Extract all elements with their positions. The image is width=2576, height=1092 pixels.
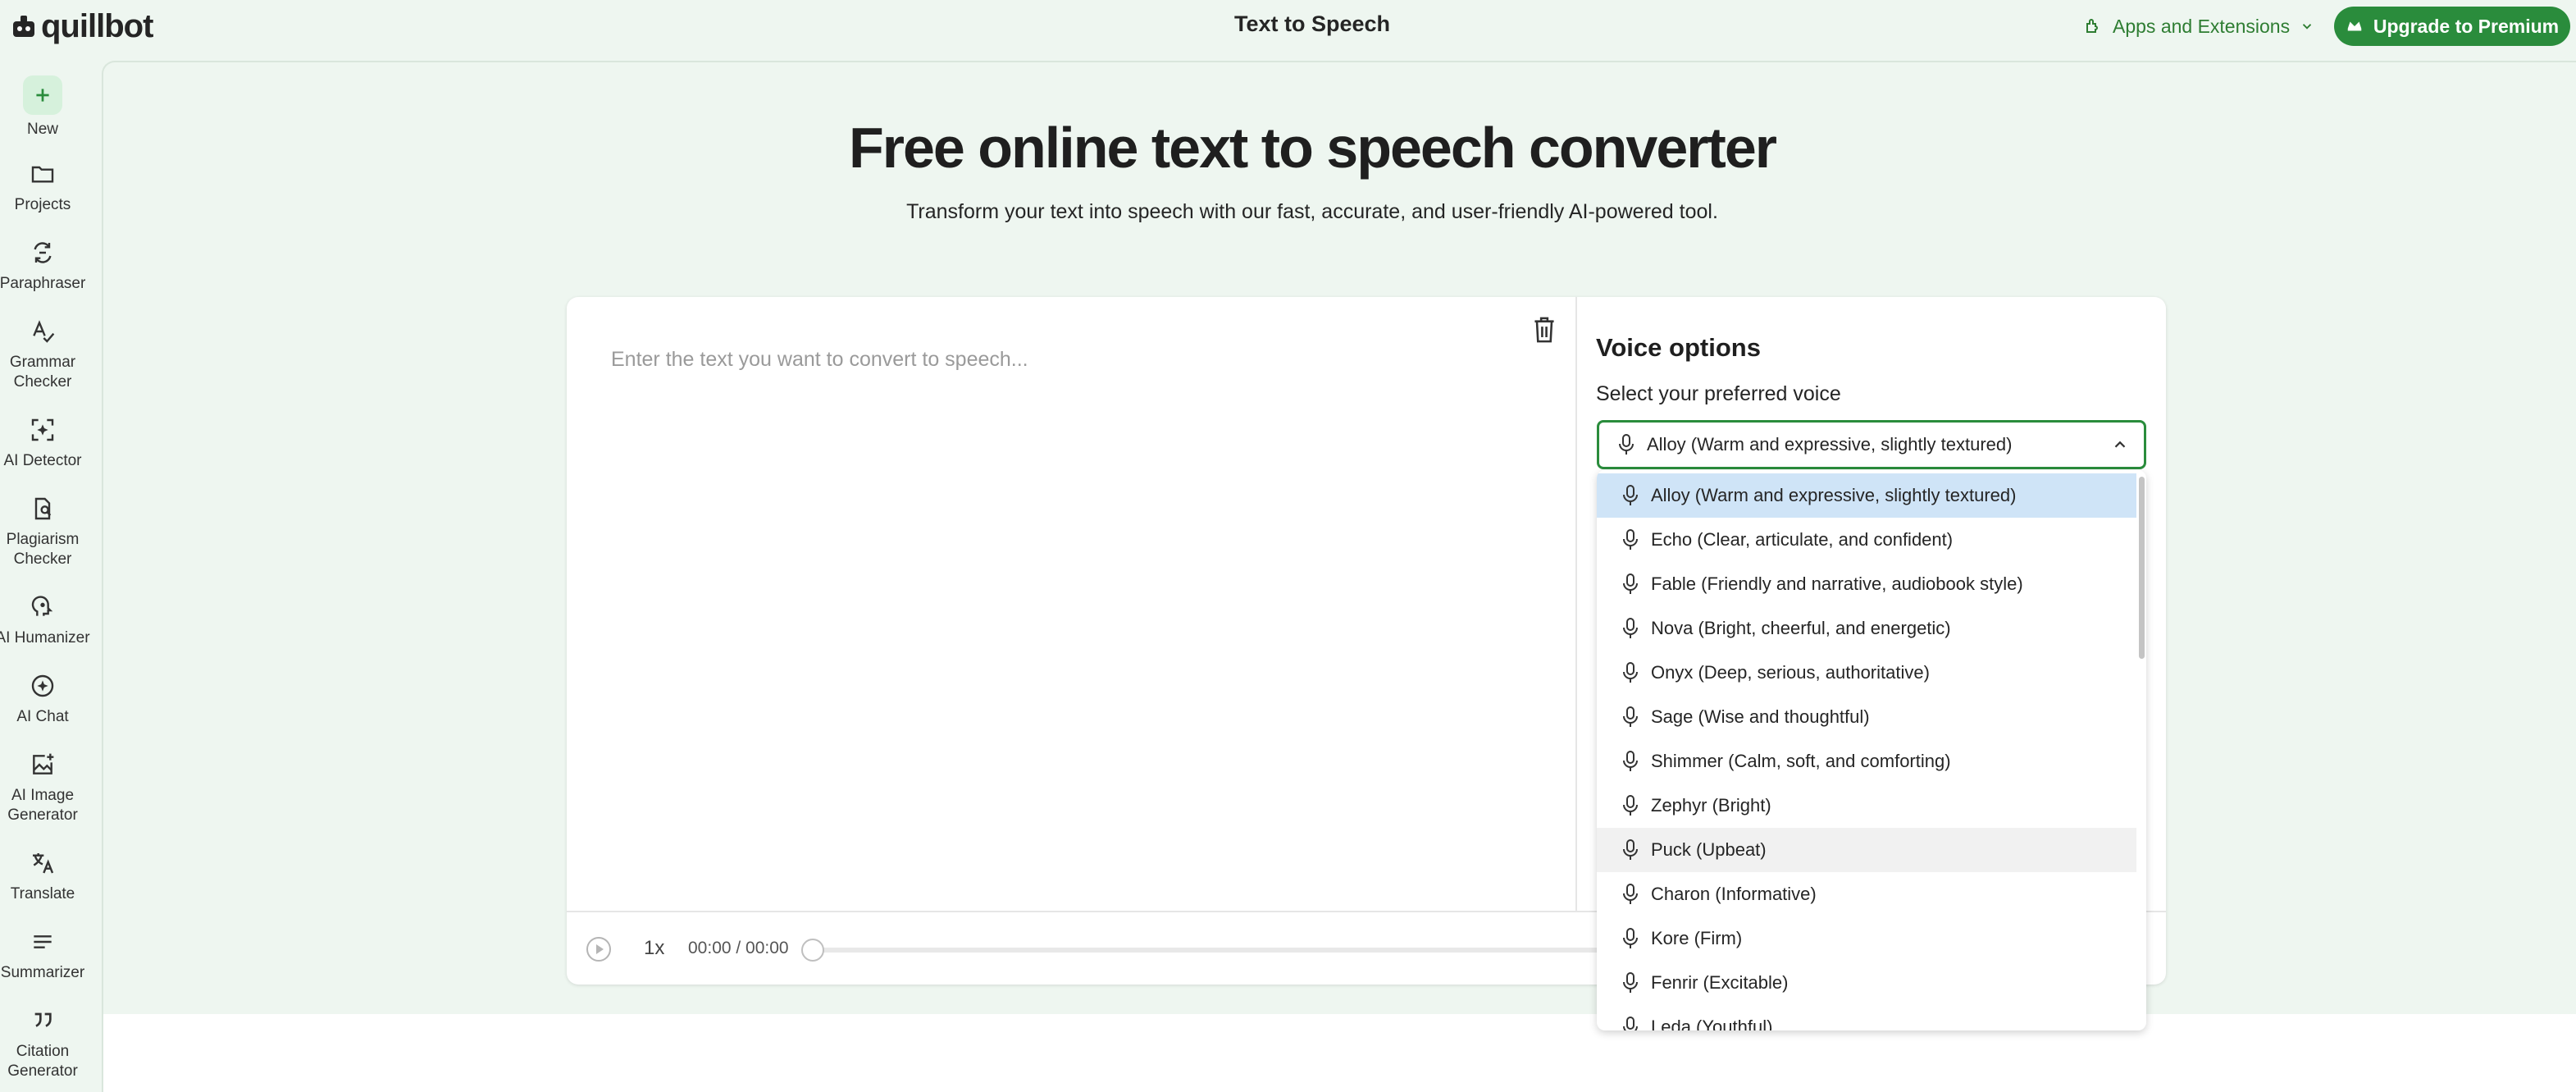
voice-option[interactable]: Puck (Upbeat) (1597, 828, 2136, 872)
voice-option-label: Puck (Upbeat) (1651, 839, 1767, 860)
microphone-icon (1623, 839, 1638, 860)
voice-option[interactable]: Echo (Clear, articulate, and confident) (1597, 518, 2136, 562)
ai-detector-icon (28, 415, 57, 445)
chat-icon (28, 671, 57, 701)
play-icon[interactable] (585, 935, 613, 963)
voice-option-label: Fenrir (Excitable) (1651, 972, 1789, 993)
voice-option-label: Alloy (Warm and expressive, slightly tex… (1651, 485, 2017, 505)
microphone-icon (1623, 706, 1638, 727)
puzzle-icon (2086, 19, 2098, 33)
microphone-icon (1623, 485, 1638, 505)
voice-option-label: Zephyr (Bright) (1651, 795, 1771, 816)
plagiarism-icon (28, 494, 57, 523)
sidebar-item-citation-generator[interactable]: Citation Generator (0, 1006, 85, 1081)
sidebar-item-label: Citation Generator (7, 1043, 78, 1080)
voice-option[interactable]: Leda (Youthful) (1597, 1005, 2136, 1030)
chevron-up-icon (2114, 441, 2126, 448)
voice-option-label: Echo (Clear, articulate, and confident) (1651, 529, 1954, 550)
voice-select-label: Select your preferred voice (1596, 382, 1841, 405)
main-lower-section (103, 1014, 2576, 1092)
sidebar-item-label: Paraphraser (0, 275, 86, 292)
apps-extensions-menu[interactable]: Apps and Extensions (2083, 11, 2314, 41)
text-input[interactable]: Enter the text you want to convert to sp… (611, 348, 1028, 372)
voice-option[interactable]: Zephyr (Bright) (1597, 784, 2136, 828)
microphone-icon (1623, 751, 1638, 771)
voice-option[interactable]: Onyx (Deep, serious, authoritative) (1597, 651, 2136, 695)
microphone-icon (1623, 529, 1638, 550)
voice-option[interactable]: Nova (Bright, cheerful, and energetic) (1597, 606, 2136, 651)
grammar-icon (28, 317, 57, 346)
dropdown-scrollbar-thumb[interactable] (2139, 477, 2145, 659)
playback-time: 00:00 / 00:00 (688, 939, 789, 957)
humanizer-icon (28, 592, 57, 622)
playback-speed-button[interactable]: 1x (644, 937, 664, 960)
microphone-icon (1623, 1017, 1638, 1030)
microphone-icon (1619, 434, 1634, 455)
sidebar-item-label: AI Detector (3, 452, 82, 469)
sidebar-item-ai-image-generator[interactable]: AI Image Generator (0, 750, 85, 825)
voice-option[interactable]: Fable (Friendly and narrative, audiobook… (1597, 562, 2136, 606)
voice-select[interactable]: Alloy (Warm and expressive, slightly tex… (1597, 420, 2146, 469)
paraphraser-icon (28, 238, 57, 267)
sidebar-item-ai-humanizer[interactable]: AI Humanizer (0, 592, 92, 648)
sidebar-item-label: Grammar Checker (9, 354, 76, 391)
hero-title: Free online text to speech converter (848, 116, 1777, 180)
voice-option[interactable]: Shimmer (Calm, soft, and comforting) (1597, 739, 2136, 784)
sidebar-item-label: AI Chat (16, 708, 69, 725)
sidebar-item-plagiarism-checker[interactable]: Plagiarism Checker (0, 494, 85, 569)
voice-option-label: Sage (Wise and thoughtful) (1651, 706, 1870, 727)
sidebar-item-summarizer[interactable]: Summarizer (0, 927, 85, 983)
upgrade-premium-button[interactable]: Upgrade to Premium (2334, 7, 2570, 46)
sidebar-item-grammar-checker[interactable]: Grammar Checker (0, 317, 85, 392)
image-generator-icon (28, 750, 57, 779)
sidebar-item-ai-chat[interactable]: AI Chat (0, 671, 85, 727)
microphone-icon (1623, 618, 1638, 638)
sidebar-item-label: Plagiarism Checker (6, 531, 80, 568)
playback-progress-track[interactable] (813, 948, 1600, 953)
sidebar-item-label: AI Humanizer (0, 629, 90, 647)
sidebar-item-translate[interactable]: Translate (0, 848, 85, 904)
sidebar-item-label: Translate (10, 885, 75, 902)
voice-option-label: Leda (Youthful) (1651, 1017, 1773, 1030)
voice-option-label: Shimmer (Calm, soft, and comforting) (1651, 751, 1951, 771)
trash-icon[interactable] (1531, 315, 1557, 345)
microphone-icon (1623, 573, 1638, 594)
voice-option-label: Nova (Bright, cheerful, and energetic) (1651, 618, 1951, 638)
apps-extensions-label: Apps and Extensions (2113, 15, 2291, 37)
chevron-down-icon (2302, 24, 2312, 30)
card-divider-vertical (1575, 297, 1577, 911)
dropdown-scrollbar[interactable] (2137, 473, 2146, 1028)
voice-option-list: Alloy (Warm and expressive, slightly tex… (1597, 473, 2136, 1030)
microphone-icon (1623, 795, 1638, 816)
crown-icon (2347, 21, 2362, 31)
voice-option[interactable]: Sage (Wise and thoughtful) (1597, 695, 2136, 739)
microphone-icon (1623, 884, 1638, 904)
playback-progress-handle[interactable] (801, 939, 824, 962)
voice-option-label: Charon (Informative) (1651, 884, 1817, 904)
sidebar-item-label: Summarizer (0, 964, 85, 981)
voice-option[interactable]: Alloy (Warm and expressive, slightly tex… (1597, 473, 2136, 518)
citation-icon (28, 1006, 57, 1035)
voice-select-value: Alloy (Warm and expressive, slightly tex… (1647, 434, 2013, 455)
plus-icon (23, 75, 62, 115)
voice-option-label: Onyx (Deep, serious, authoritative) (1651, 662, 1930, 683)
upgrade-label: Upgrade to Premium (2373, 15, 2560, 37)
microphone-icon (1623, 972, 1638, 993)
voice-option[interactable]: Charon (Informative) (1597, 872, 2136, 916)
hero-subtitle: Transform your text into speech with our… (906, 200, 1718, 223)
summarizer-icon (28, 927, 57, 957)
sidebar-item-paraphraser[interactable]: Paraphraser (0, 238, 85, 294)
sidebar-item-ai-detector[interactable]: AI Detector (0, 415, 85, 471)
voice-option[interactable]: Fenrir (Excitable) (1597, 961, 2136, 1005)
voice-dropdown-menu: Alloy (Warm and expressive, slightly tex… (1597, 470, 2146, 1030)
voice-options-title: Voice options (1596, 333, 1761, 362)
microphone-icon (1623, 928, 1638, 948)
voice-option[interactable]: Kore (Firm) (1597, 916, 2136, 961)
voice-option-label: Kore (Firm) (1651, 928, 1743, 948)
voice-option-label: Fable (Friendly and narrative, audiobook… (1651, 573, 2023, 594)
sidebar-item-label: AI Image Generator (7, 787, 78, 824)
microphone-icon (1623, 662, 1638, 683)
translate-icon (28, 848, 57, 878)
top-bar: quillbot Text to Speech Apps and Extensi… (0, 0, 2576, 54)
